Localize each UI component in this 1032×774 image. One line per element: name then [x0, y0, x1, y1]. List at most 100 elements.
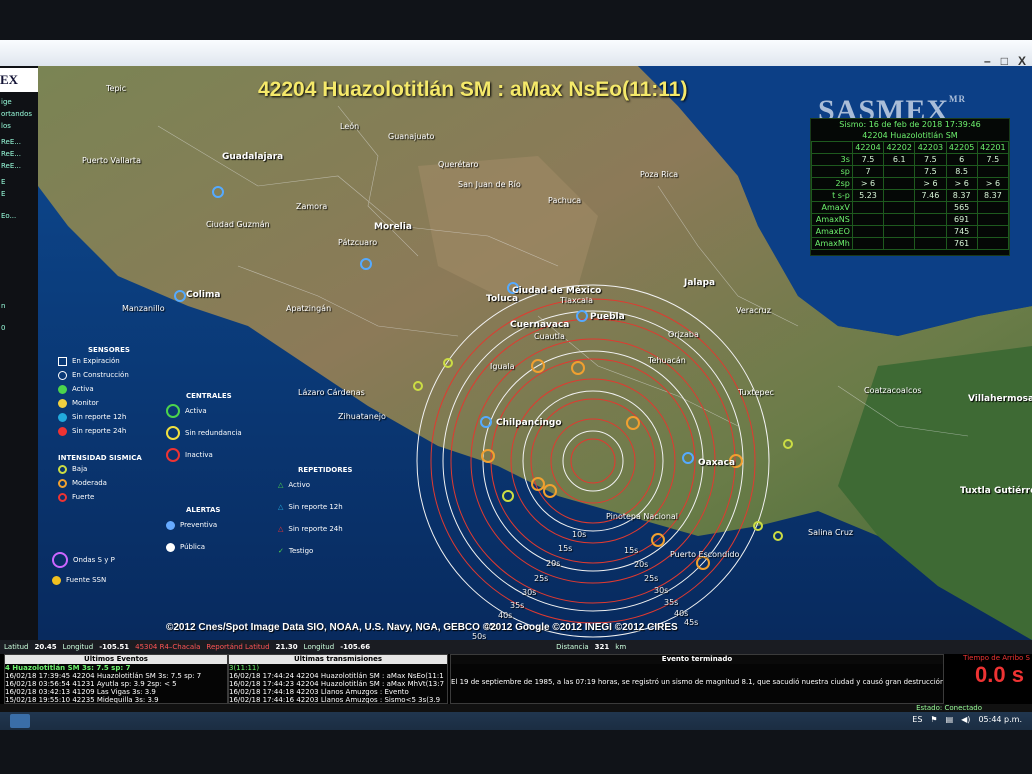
baja-icon — [58, 464, 67, 474]
list-item[interactable]: 16/02/18 17:44:18 42203 Llanos Amuzgos :… — [229, 688, 447, 696]
table-row: t s-p 5.23 7.46 8.37 8.37 — [811, 189, 1010, 202]
ring-label: 30s — [522, 588, 537, 597]
city-label: Pátzcuaro — [338, 238, 378, 247]
legend-title: SENSORES — [88, 346, 130, 354]
table-cell: 6.1 — [883, 153, 916, 166]
sidebar-entry[interactable]: E — [1, 190, 5, 198]
legend-item: Activo — [288, 481, 311, 489]
row-label: AmaxNS — [811, 213, 853, 226]
city-label: Salina Cruz — [808, 528, 854, 537]
sidebar-entry[interactable]: n — [1, 302, 5, 310]
legend-item: En Construcción — [72, 371, 129, 379]
map-view[interactable]: 42204 Huazolotitlán SM : aMax NsEo(11:11… — [38, 66, 1032, 640]
list-item[interactable]: 16/02/18 03:56:54 41231 Ayutla sp: 3.9 2… — [5, 680, 227, 688]
seismic-info-box: Sismo: 16 de feb de 2018 17:39:46 42204 … — [810, 118, 1010, 256]
city-label: Zamora — [296, 202, 328, 211]
network-icon[interactable]: ▤ — [946, 715, 954, 724]
central-activa-icon — [166, 404, 180, 418]
city-label: Iguala — [490, 362, 515, 371]
legend-otros: Ondas S y P Fuente SSN — [52, 550, 115, 590]
table-cell: > 6 — [976, 177, 1010, 190]
table-cell — [883, 201, 916, 214]
reported-label: Reportánd Latitud — [206, 643, 270, 651]
list-item[interactable]: 16/02/18 17:39:45 42204 Huazolotitlán SM… — [5, 672, 227, 680]
transmissions-title: Últimas transmisiones — [229, 655, 447, 664]
row-label: t s-p — [811, 189, 853, 202]
sidebar-entry[interactable]: ReE... — [1, 138, 21, 146]
column-header: 42201 — [976, 141, 1010, 154]
table-cell: 7.46 — [914, 189, 947, 202]
city-label: Lázaro Cárdenas — [298, 388, 365, 397]
ring-label: 20s — [634, 560, 649, 569]
clock[interactable]: 05:44 p.m. — [978, 715, 1022, 724]
city-label: Poza Rica — [640, 170, 679, 179]
transmissions-panel[interactable]: Últimas transmisiones 3(11:11) 16/02/18 … — [228, 654, 448, 704]
legend-item: Sin reporte 12h — [288, 503, 343, 511]
volume-icon[interactable]: ◀) — [961, 715, 970, 724]
legend-repetidores: REPETIDORES △ Activo △ Sin reporte 12h △ Si… — [278, 466, 352, 562]
sidebar-entry[interactable]: Eo... — [1, 212, 16, 220]
table-cell — [914, 213, 947, 226]
row-label: 3s — [811, 153, 853, 166]
list-item[interactable]: 16/02/18 17:44:23 42204 Huazolotitlán SM… — [229, 680, 447, 688]
table-cell — [883, 189, 916, 202]
event-status-title: Evento terminado — [451, 655, 943, 664]
central-sin-redundancia-icon — [166, 426, 180, 440]
row-label: 2sp — [811, 177, 853, 190]
taskbar: ES ⚑ ▤ ◀) 05:44 p.m. — [0, 712, 1032, 730]
list-item[interactable]: 16/02/18 03:42:13 41209 Las Vigas 3s: 3.… — [5, 688, 227, 696]
ondas-icon — [52, 552, 68, 568]
table-cell — [883, 237, 916, 250]
events-title: Últimos Eventos — [5, 655, 227, 664]
city-label: Querétaro — [438, 160, 479, 169]
sin-reporte-12h-icon — [58, 412, 67, 422]
sidebar-entry[interactable]: 0 — [1, 324, 5, 332]
bottom-panels: Últimos Eventos 4 Huazolotitlán SM 3s: 7… — [0, 654, 1032, 704]
events-highlight: 4 Huazolotitlán SM 3s: 7.5 sp: 7 — [5, 664, 131, 672]
table-cell — [851, 201, 885, 214]
list-item[interactable]: 16/02/18 17:44:16 42203 Llanos Amuzgos :… — [229, 696, 447, 703]
sidebar-entry[interactable]: ReE... — [1, 162, 21, 170]
city-label: Tuxtepec — [738, 388, 774, 397]
sidebar-entry[interactable]: ReE... — [1, 150, 21, 158]
table-cell — [976, 213, 1010, 226]
table-cell: > 6 — [914, 177, 947, 190]
sidebar-entry[interactable]: los — [1, 122, 11, 130]
event-description: El 19 de septiembre de 1985, a las 07:19… — [451, 678, 944, 686]
start-button[interactable] — [10, 714, 30, 728]
column-header: 42202 — [883, 141, 916, 154]
arrival-timer: Tiempo de Arribo S 0.0 s — [944, 654, 1030, 704]
moderada-icon — [58, 478, 67, 488]
row-label: AmaxV — [811, 201, 853, 214]
city-label: Cuautla — [534, 332, 565, 341]
legend-item: Testigo — [288, 547, 314, 555]
flag-icon[interactable]: ⚑ — [930, 715, 937, 724]
ring-label: 40s — [498, 611, 513, 620]
events-panel[interactable]: Últimos Eventos 4 Huazolotitlán SM 3s: 7… — [4, 654, 228, 704]
transmissions-prefix: 3(11:11) — [229, 664, 260, 672]
table-cell: 691 — [945, 213, 978, 226]
table-cell: 7.5 — [914, 153, 947, 166]
sidebar-entry[interactable]: E — [1, 178, 5, 186]
table-cell: 7.5 — [851, 153, 885, 166]
table-row: AmaxNS 691 — [811, 213, 1010, 226]
sidebar-entry[interactable]: ortandos — [1, 110, 32, 118]
connection-status: Estado: Conectado — [0, 704, 1032, 712]
repetidor-activo-icon: △ — [278, 481, 284, 489]
city-label: Cuernavaca — [510, 320, 570, 330]
city-label: Pinotepa Nacional — [606, 512, 679, 521]
language-indicator[interactable]: ES — [912, 715, 922, 724]
map-credits: ©2012 Cnes/Spot Image Data SIO, NOAA, U.… — [166, 622, 678, 633]
screen: – □ X EX ige ortandos los ReE... ReE... … — [0, 40, 1032, 730]
construccion-icon — [58, 370, 67, 380]
table-cell — [851, 237, 885, 250]
table-row: AmaxMh 761 — [811, 237, 1010, 250]
distance-label: Distancia — [556, 643, 589, 651]
table-cell: > 6 — [945, 177, 978, 190]
table-cell — [883, 165, 916, 178]
list-item[interactable]: 16/02/18 17:44:24 42204 Huazolotitlán SM… — [229, 672, 447, 680]
table-row: sp 7 7.5 8.5 — [811, 165, 1010, 178]
sidebar-entry[interactable]: ige — [1, 98, 12, 106]
publica-icon — [166, 542, 175, 552]
list-item[interactable]: 15/02/18 19:55:10 42235 Midequilla 3s: 3… — [5, 696, 227, 703]
